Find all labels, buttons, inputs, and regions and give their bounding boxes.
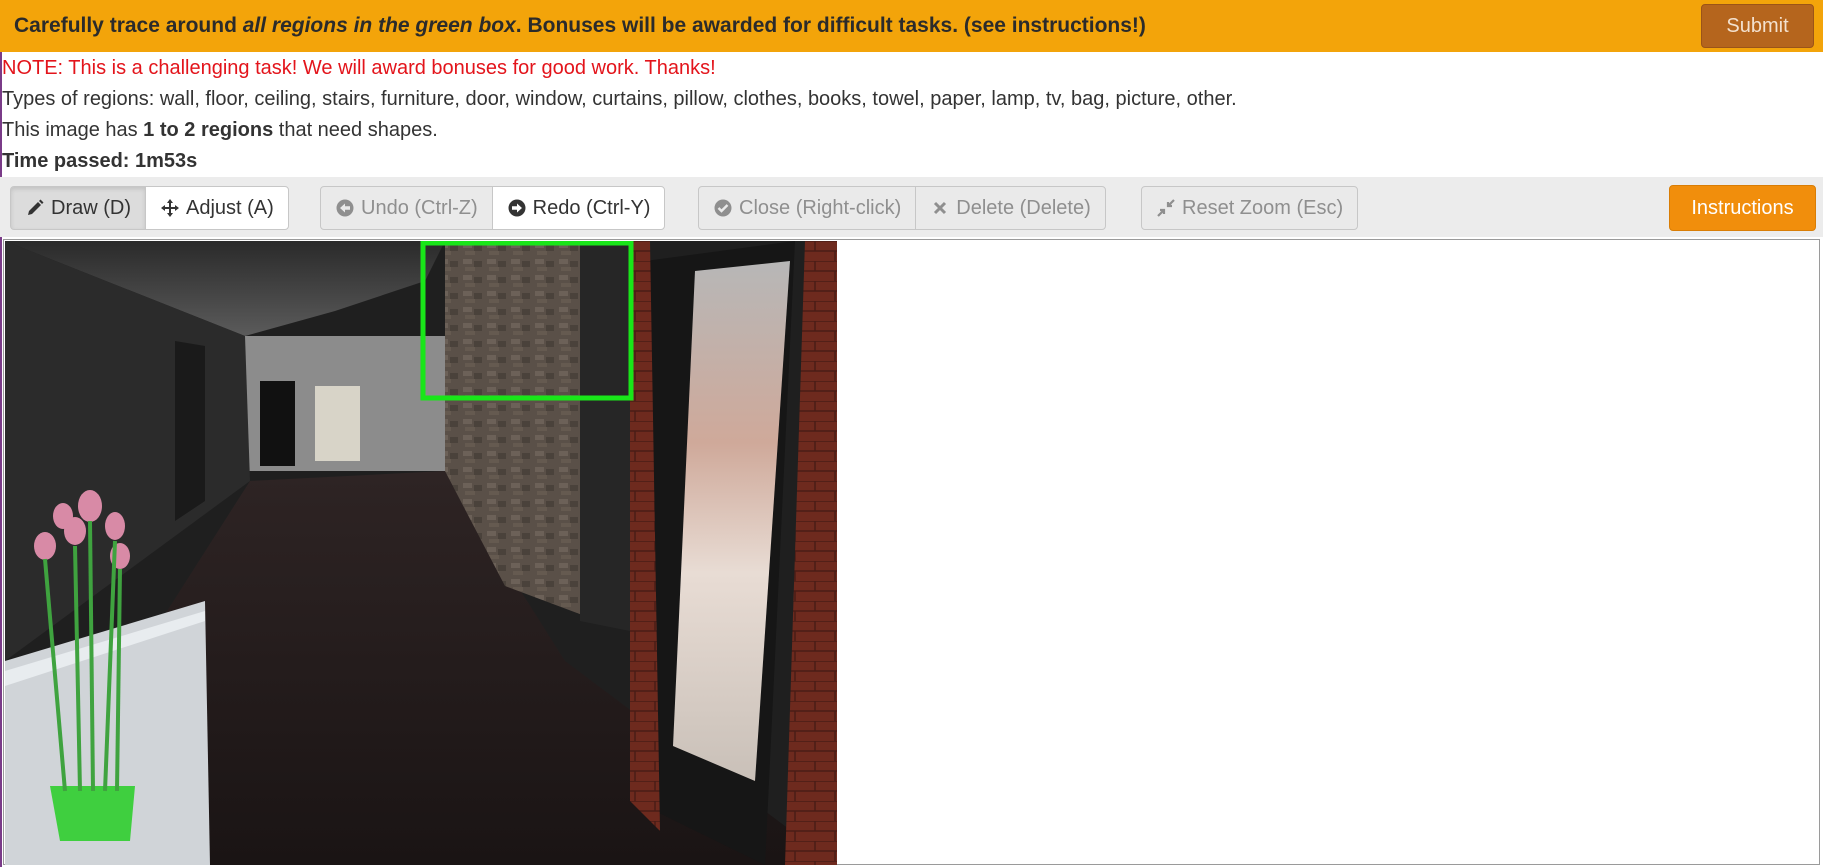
task-banner: Carefully trace around all regions in th… [0,0,1823,52]
arrow-circle-right-icon [507,198,527,218]
reset-zoom-button[interactable]: Reset Zoom (Esc) [1141,186,1359,230]
time-passed: Time passed: 1m53s [2,150,198,172]
delete-button[interactable]: Delete (Delete) [915,186,1106,230]
region-types-text: Types of regions: wall, floor, ceiling, … [2,88,1237,110]
draw-label: Draw (D) [51,196,131,219]
note-text: NOTE: This is a challenging task! We wil… [2,57,716,79]
annotation-canvas[interactable] [3,239,1820,865]
task-instruction: Carefully trace around all regions in th… [14,14,1146,37]
adjust-label: Adjust (A) [186,196,274,219]
zoom-group: Reset Zoom (Esc) [1141,186,1359,230]
arrow-circle-left-icon [335,198,355,218]
shape-group: Close (Right-click) Delete (Delete) [698,186,1106,230]
undo-button[interactable]: Undo (Ctrl-Z) [320,186,493,230]
redo-button[interactable]: Redo (Ctrl-Y) [491,186,666,230]
submit-button[interactable]: Submit [1701,4,1814,48]
mode-group: Draw (D) Adjust (A) [10,186,289,230]
toolbar: Draw (D) Adjust (A) Undo (Ctrl-Z) Redo (… [0,177,1823,237]
adjust-button[interactable]: Adjust (A) [145,186,289,230]
close-shape-button[interactable]: Close (Right-click) [698,186,917,230]
reset-zoom-label: Reset Zoom (Esc) [1182,196,1344,219]
regions-count-text: This image has 1 to 2 regions that need … [2,119,438,141]
history-group: Undo (Ctrl-Z) Redo (Ctrl-Y) [320,186,666,230]
check-circle-icon [713,198,733,218]
instructions-button[interactable]: Instructions [1669,185,1816,231]
draw-button[interactable]: Draw (D) [10,186,146,230]
compress-icon [1156,198,1176,218]
redo-label: Redo (Ctrl-Y) [532,196,651,219]
delete-label: Delete (Delete) [956,196,1091,219]
scene-image[interactable] [5,241,837,865]
pencil-icon [25,198,45,218]
move-arrows-icon [160,198,180,218]
close-shape-label: Close (Right-click) [739,196,902,219]
undo-label: Undo (Ctrl-Z) [361,196,478,219]
x-icon [930,198,950,218]
